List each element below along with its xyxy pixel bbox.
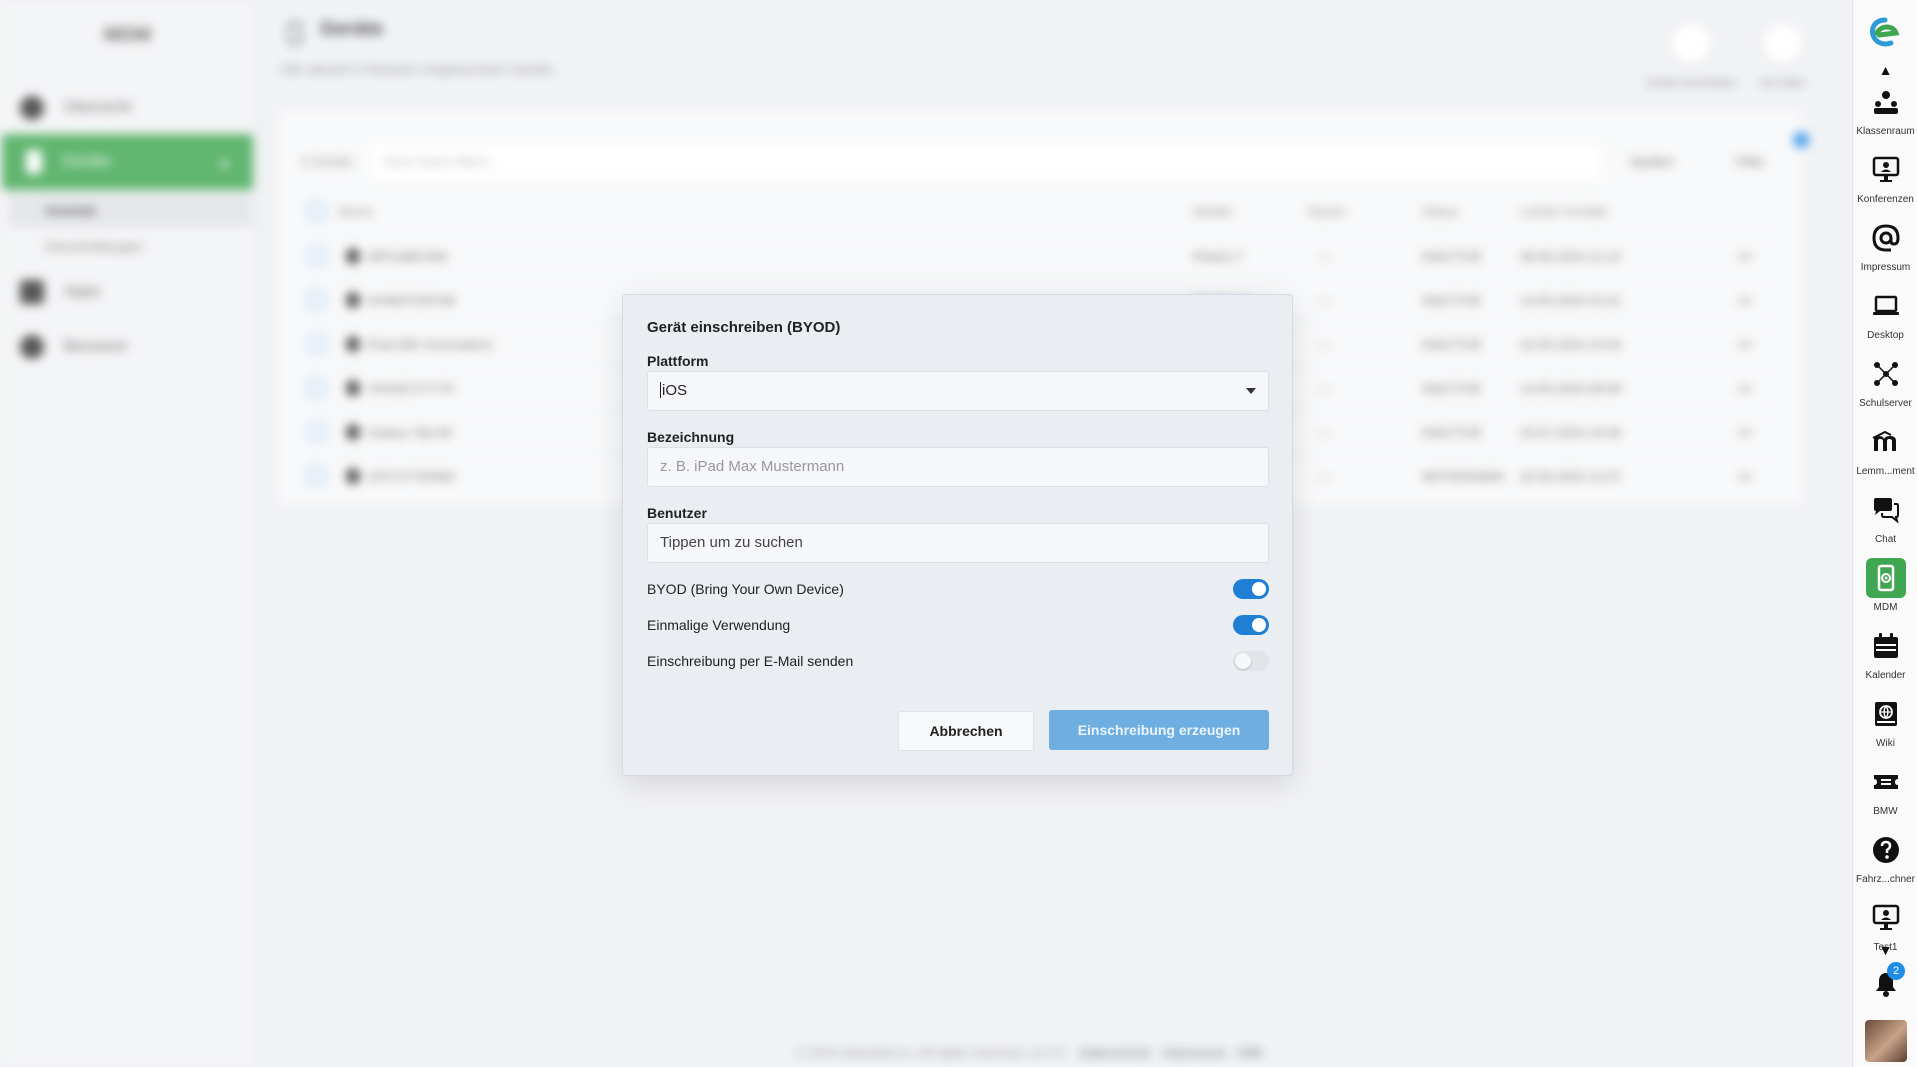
platform-label: Plattform: [647, 353, 709, 369]
wiki-icon: [1866, 694, 1906, 734]
dialog-title: Gerät einschreiben (BYOD): [647, 319, 841, 336]
rail-item-label: Chat: [1874, 534, 1897, 545]
moodle-icon: [1866, 422, 1906, 462]
email-toggle-label: Einschreibung per E-Mail senden: [647, 653, 854, 669]
rail-scroll-up-icon[interactable]: ▲: [1853, 62, 1917, 78]
single-use-toggle[interactable]: [1233, 615, 1269, 635]
notification-badge: 2: [1887, 962, 1905, 980]
calendar-icon: [1866, 626, 1906, 666]
rail-item-bmw[interactable]: BMW: [1853, 762, 1917, 830]
rail-item-label: MDM: [1873, 602, 1898, 613]
rail-item-label: Fahrz...chner: [1856, 874, 1915, 885]
rail-item-label: Konferenzen: [1857, 194, 1914, 205]
rail-item-fahrz-chner[interactable]: Fahrz...chner: [1853, 830, 1917, 898]
edulution-logo-icon[interactable]: [1865, 14, 1905, 54]
platform-select[interactable]: iOS: [647, 371, 1269, 411]
caret-down-icon: [1246, 388, 1256, 394]
email-toggle-row: Einschreibung per E-Mail senden: [647, 649, 1269, 673]
designation-input[interactable]: z. B. iPad Max Mustermann: [647, 447, 1269, 487]
create-enrollment-button[interactable]: Einschreibung erzeugen: [1049, 710, 1269, 750]
rail-item-label: Schulserver: [1859, 398, 1912, 409]
rail-scroll-down-icon[interactable]: ▼: [1853, 942, 1917, 958]
cancel-button[interactable]: Abbrechen: [898, 711, 1034, 751]
at-icon: [1866, 218, 1906, 258]
rail-item-desktop[interactable]: Desktop: [1853, 286, 1917, 354]
presentation-icon: [1866, 898, 1906, 938]
rail-item-impressum[interactable]: Impressum: [1853, 218, 1917, 286]
conference-icon: [1866, 150, 1906, 190]
rail-item-chat[interactable]: Chat: [1853, 490, 1917, 558]
single-use-toggle-label: Einmalige Verwendung: [647, 617, 791, 633]
rail-item-label: Lemm...ment: [1856, 466, 1915, 477]
ticket-icon: [1866, 762, 1906, 802]
enroll-device-dialog: Gerät einschreiben (BYOD) Plattform iOS …: [622, 294, 1293, 776]
avatar[interactable]: [1865, 1020, 1907, 1062]
rail-item-konferenzen[interactable]: Konferenzen: [1853, 150, 1917, 218]
toggle-knob: [1235, 653, 1251, 669]
laptop-icon: [1866, 286, 1906, 326]
toggle-knob: [1252, 618, 1266, 632]
rail-item-label: Impressum: [1860, 262, 1911, 273]
rail-item-lemm-ment[interactable]: Lemm...ment: [1853, 422, 1917, 490]
rail-item-label: Kalender: [1865, 670, 1906, 681]
rail-item-label: BMW: [1873, 806, 1898, 817]
byod-toggle-label: BYOD (Bring Your Own Device): [647, 581, 844, 597]
rail-item-mdm[interactable]: MDM: [1853, 558, 1917, 626]
rail-item-kalender[interactable]: Kalender: [1853, 626, 1917, 694]
rail-item-label: Desktop: [1867, 330, 1904, 341]
user-label: Benutzer: [647, 505, 707, 521]
designation-label: Bezeichnung: [647, 429, 735, 445]
text-cursor: [660, 382, 661, 398]
app-rail: ▲ Klassenraum Konferenzen Impressum Desktop…: [1852, 0, 1917, 1067]
byod-toggle[interactable]: [1233, 579, 1269, 599]
rail-item-klassenraum[interactable]: Klassenraum: [1853, 82, 1917, 150]
rail-item-label: Wiki: [1876, 738, 1895, 749]
toggle-knob: [1252, 582, 1266, 596]
rail-item-schulserver[interactable]: Schulserver: [1853, 354, 1917, 422]
question-icon: [1866, 830, 1906, 870]
mdm-icon: [1865, 558, 1906, 598]
byod-toggle-row: BYOD (Bring Your Own Device): [647, 577, 1269, 601]
single-use-toggle-row: Einmalige Verwendung: [647, 613, 1269, 637]
user-search-input[interactable]: Tippen um zu suchen: [647, 523, 1269, 563]
email-toggle[interactable]: [1233, 651, 1269, 671]
server-icon: [1866, 354, 1906, 394]
chat-icon: [1866, 490, 1906, 530]
rail-item-label: Klassenraum: [1856, 126, 1915, 137]
classroom-icon: [1866, 82, 1906, 122]
rail-item-wiki[interactable]: Wiki: [1853, 694, 1917, 762]
platform-value: iOS: [662, 382, 688, 399]
